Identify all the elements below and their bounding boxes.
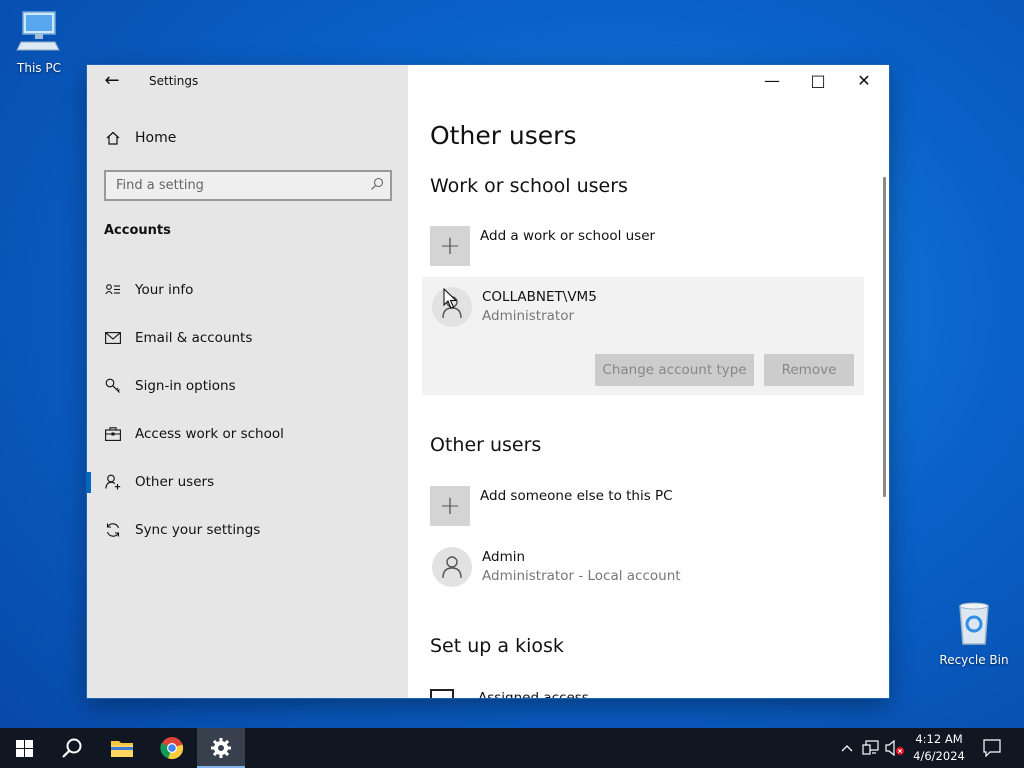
title-bar[interactable]: ← Settings (87, 65, 408, 97)
work-user-name: COLLABNET\VM5 (482, 289, 597, 305)
computer-icon (16, 11, 60, 51)
notification-icon (983, 739, 1001, 757)
key-icon (103, 378, 123, 394)
taskbar-search-button[interactable] (48, 728, 96, 768)
sidebar-item-label: Email & accounts (135, 330, 253, 346)
sidebar-item-access-work-school[interactable]: Access work or school (87, 414, 408, 454)
kiosk-icon (430, 689, 454, 698)
sidebar-item-sync-settings[interactable]: Sync your settings (87, 510, 408, 550)
volume-button[interactable] (884, 728, 906, 768)
sidebar-item-label: Your info (135, 282, 194, 298)
add-work-school-user-button[interactable]: + Add a work or school user (430, 226, 655, 266)
search-input[interactable] (106, 172, 366, 199)
settings-taskbar-button[interactable] (197, 728, 245, 768)
maximize-button[interactable]: □ (795, 65, 841, 97)
clock-date: 4/6/2024 (913, 749, 965, 763)
sidebar-item-label: Sync your settings (135, 522, 261, 538)
home-icon (106, 131, 120, 145)
sidebar-item-your-info[interactable]: Your info (87, 270, 408, 310)
search-icon (62, 738, 82, 758)
action-center-button[interactable] (978, 728, 1006, 768)
mail-icon (103, 332, 123, 344)
work-school-heading: Work or school users (430, 175, 628, 197)
other-users-heading: Other users (430, 434, 542, 456)
home-nav-item[interactable]: Home (103, 127, 176, 149)
contact-card-icon (103, 283, 123, 297)
sidebar-item-label: Access work or school (135, 426, 284, 442)
mouse-cursor-icon (443, 288, 457, 309)
add-someone-else-button[interactable]: + Add someone else to this PC (430, 486, 673, 526)
file-explorer-button[interactable] (98, 728, 146, 768)
speaker-muted-icon (885, 740, 904, 756)
chrome-button[interactable] (148, 728, 196, 768)
change-account-type-button[interactable]: Change account type (595, 354, 754, 386)
sidebar-item-other-users[interactable]: Other users (87, 462, 408, 502)
work-user-card[interactable]: COLLABNET\VM5 Administrator Change accou… (422, 277, 864, 395)
minimize-button[interactable]: — (749, 65, 795, 97)
settings-window: ← Settings Home Accounts Your info (87, 65, 889, 698)
plus-icon: + (430, 486, 470, 526)
chevron-up-icon (841, 745, 853, 752)
taskbar: 4:12 AM 4/6/2024 (0, 728, 1024, 768)
page-title: Other users (430, 121, 577, 150)
plus-icon: + (430, 226, 470, 266)
settings-sidebar: ← Settings Home Accounts Your info (87, 65, 408, 698)
search-icon (371, 177, 384, 190)
add-work-school-user-label: Add a work or school user (480, 228, 656, 244)
work-user-role: Administrator (482, 308, 575, 324)
start-button[interactable] (0, 728, 48, 768)
show-hidden-icons-button[interactable] (838, 728, 856, 768)
remove-button[interactable]: Remove (764, 354, 854, 386)
sidebar-item-email-accounts[interactable]: Email & accounts (87, 318, 408, 358)
back-button[interactable]: ← (97, 69, 127, 95)
kiosk-heading: Set up a kiosk (430, 635, 564, 657)
windows-logo-icon (15, 739, 33, 757)
search-box[interactable] (104, 170, 392, 201)
gear-icon (211, 738, 231, 758)
network-icon (862, 740, 879, 755)
person-add-icon (103, 474, 123, 490)
admin-user-name: Admin (482, 549, 526, 565)
briefcase-icon (103, 427, 123, 441)
recycle-bin-icon (959, 602, 989, 645)
sidebar-item-label: Sign-in options (135, 378, 236, 394)
recycle-bin-label: Recycle Bin (939, 653, 1009, 667)
taskbar-clock[interactable]: 4:12 AM 4/6/2024 (906, 731, 972, 765)
network-button[interactable] (860, 728, 882, 768)
add-someone-else-label: Add someone else to this PC (480, 488, 673, 504)
admin-user-role: Administrator - Local account (482, 568, 681, 584)
sidebar-item-sign-in-options[interactable]: Sign-in options (87, 366, 408, 406)
this-pc-label: This PC (17, 61, 61, 75)
assigned-access-item[interactable]: Assigned access (430, 689, 589, 698)
assigned-access-label: Assigned access (478, 690, 589, 698)
window-title: Settings (149, 74, 199, 88)
recycle-bin-desktop-icon[interactable]: Recycle Bin (934, 600, 1014, 667)
main-content: Other users Work or school users + Add a… (408, 65, 889, 698)
person-icon (432, 547, 472, 587)
scrollbar[interactable] (883, 177, 886, 497)
this-pc-desktop-icon[interactable]: This PC (0, 8, 79, 75)
sync-icon (103, 522, 123, 538)
home-label: Home (135, 130, 177, 146)
folder-icon (111, 741, 133, 757)
accounts-section-label: Accounts (104, 223, 171, 238)
clock-time: 4:12 AM (915, 732, 963, 746)
sidebar-item-label: Other users (135, 474, 215, 490)
close-button[interactable]: ✕ (841, 65, 887, 97)
chrome-icon (160, 737, 184, 760)
